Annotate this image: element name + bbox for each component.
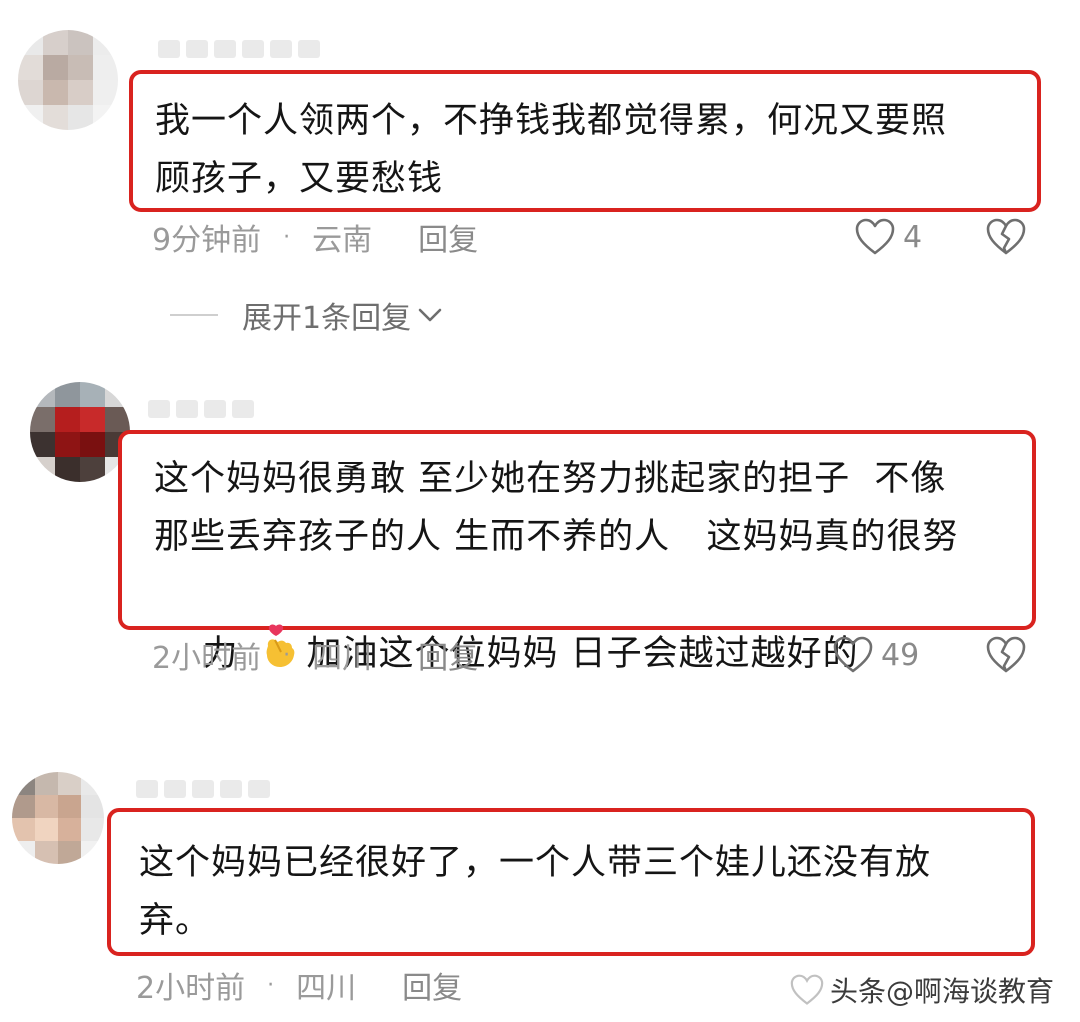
dislike-button[interactable] bbox=[986, 636, 1026, 678]
comment-text: 那些丢弃孩子的人 生而不养的人 这妈妈真的很努 bbox=[154, 517, 959, 557]
comment-text: 这个妈妈很勇敢 至少她在努力挑起家的担子 不像 bbox=[154, 459, 947, 499]
separator-dot: · bbox=[283, 642, 291, 668]
comment-bubble: 我一个人领两个，不挣钱我都觉得累，何况又要照 顾孩子，又要愁钱 bbox=[129, 70, 1041, 212]
expand-replies-button[interactable]: 展开1条回复 bbox=[170, 293, 443, 337]
like-button[interactable]: 49 bbox=[833, 633, 919, 677]
comment-text: 这个妈妈已经很好了，一个人带三个娃儿还没有放 bbox=[139, 843, 932, 883]
broken-heart-icon bbox=[986, 636, 1026, 673]
location: 四川 bbox=[296, 971, 357, 1006]
dislike-button[interactable] bbox=[986, 218, 1026, 260]
comment-meta: 2小时前 · 四川 回复 bbox=[152, 633, 478, 677]
chevron-down-icon bbox=[418, 308, 442, 322]
divider-line bbox=[170, 314, 218, 316]
watermark-text: 头条@啊海谈教育 bbox=[829, 975, 1054, 1008]
username[interactable] bbox=[148, 398, 254, 420]
comment-bubble: 这个妈妈很勇敢 至少她在努力挑起家的担子 不像 那些丢弃孩子的人 生而不养的人 … bbox=[118, 430, 1036, 674]
reply-button[interactable]: 回复 bbox=[418, 215, 478, 259]
separator-dot: · bbox=[283, 224, 291, 250]
timestamp: 9分钟前 bbox=[152, 223, 262, 258]
comment-text: 弃。 bbox=[139, 901, 212, 941]
location: 云南 bbox=[312, 223, 373, 258]
timestamp: 2小时前 bbox=[136, 971, 246, 1006]
comment-text: 我一个人领两个，不挣钱我都觉得累，何况又要照 bbox=[155, 101, 948, 141]
username[interactable] bbox=[136, 778, 270, 800]
avatar[interactable] bbox=[12, 772, 104, 864]
timestamp: 2小时前 bbox=[152, 641, 262, 676]
separator-dot: · bbox=[267, 972, 275, 998]
avatar[interactable] bbox=[18, 30, 118, 130]
watermark: 头条@啊海谈教育 bbox=[790, 970, 1054, 1010]
heart-icon bbox=[833, 636, 873, 673]
heart-icon bbox=[855, 218, 895, 255]
like-count: 49 bbox=[881, 637, 920, 673]
avatar[interactable] bbox=[30, 382, 130, 482]
like-count: 4 bbox=[903, 219, 923, 255]
reply-button[interactable]: 回复 bbox=[418, 633, 478, 677]
location: 四川 bbox=[312, 641, 373, 676]
comment-text: 顾孩子，又要愁钱 bbox=[155, 159, 444, 199]
comment-bubble: 这个妈妈已经很好了，一个人带三个娃儿还没有放 弃。 bbox=[107, 808, 1035, 956]
broken-heart-icon bbox=[986, 218, 1026, 255]
heart-icon bbox=[790, 974, 824, 1005]
username[interactable] bbox=[158, 38, 320, 60]
like-button[interactable]: 4 bbox=[855, 215, 922, 259]
expand-replies-label: 展开1条回复 bbox=[242, 301, 412, 336]
comment-meta: 2小时前 · 四川 回复 bbox=[136, 963, 462, 1007]
reply-button[interactable]: 回复 bbox=[402, 963, 462, 1007]
comment-meta: 9分钟前 · 云南 回复 bbox=[152, 215, 478, 259]
